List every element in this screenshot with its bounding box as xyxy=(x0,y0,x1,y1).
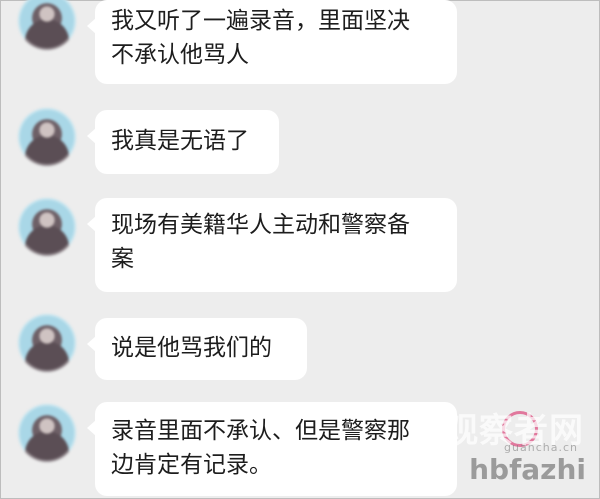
avatar[interactable] xyxy=(18,314,76,372)
avatar[interactable] xyxy=(18,108,76,166)
message-text: 不承认他骂人 xyxy=(111,42,249,68)
message-bubble[interactable]: 说是他骂我们的 xyxy=(87,318,307,380)
message-text: 现场有美籍华人主动和警察备 xyxy=(111,212,410,238)
message-text: 我又听了一遍录音，里面坚决 xyxy=(111,8,410,34)
message-bubble[interactable]: 我真是无语了 xyxy=(87,110,279,174)
message-bubble[interactable]: 录音里面不承认、但是警察那 边肯定有记录。 xyxy=(87,402,457,496)
watermark: 观察者网 guancha.cn hbfazhi xyxy=(417,401,592,491)
message-bubble[interactable]: 现场有美籍华人主动和警察备 案 xyxy=(87,198,457,292)
message-text: 录音里面不承认、但是警察那 xyxy=(111,418,410,444)
avatar[interactable] xyxy=(18,0,76,50)
watermark-brand: hbfazhi xyxy=(469,453,586,486)
message-text: 边肯定有记录。 xyxy=(111,452,272,478)
message-text: 说是他骂我们的 xyxy=(111,335,272,361)
avatar[interactable] xyxy=(18,404,76,462)
avatar[interactable] xyxy=(18,198,76,256)
message-bubble[interactable]: 我又听了一遍录音，里面坚决 不承认他骂人 xyxy=(87,0,457,84)
message-text: 我真是无语了 xyxy=(111,128,249,154)
message-text: 案 xyxy=(111,246,134,272)
